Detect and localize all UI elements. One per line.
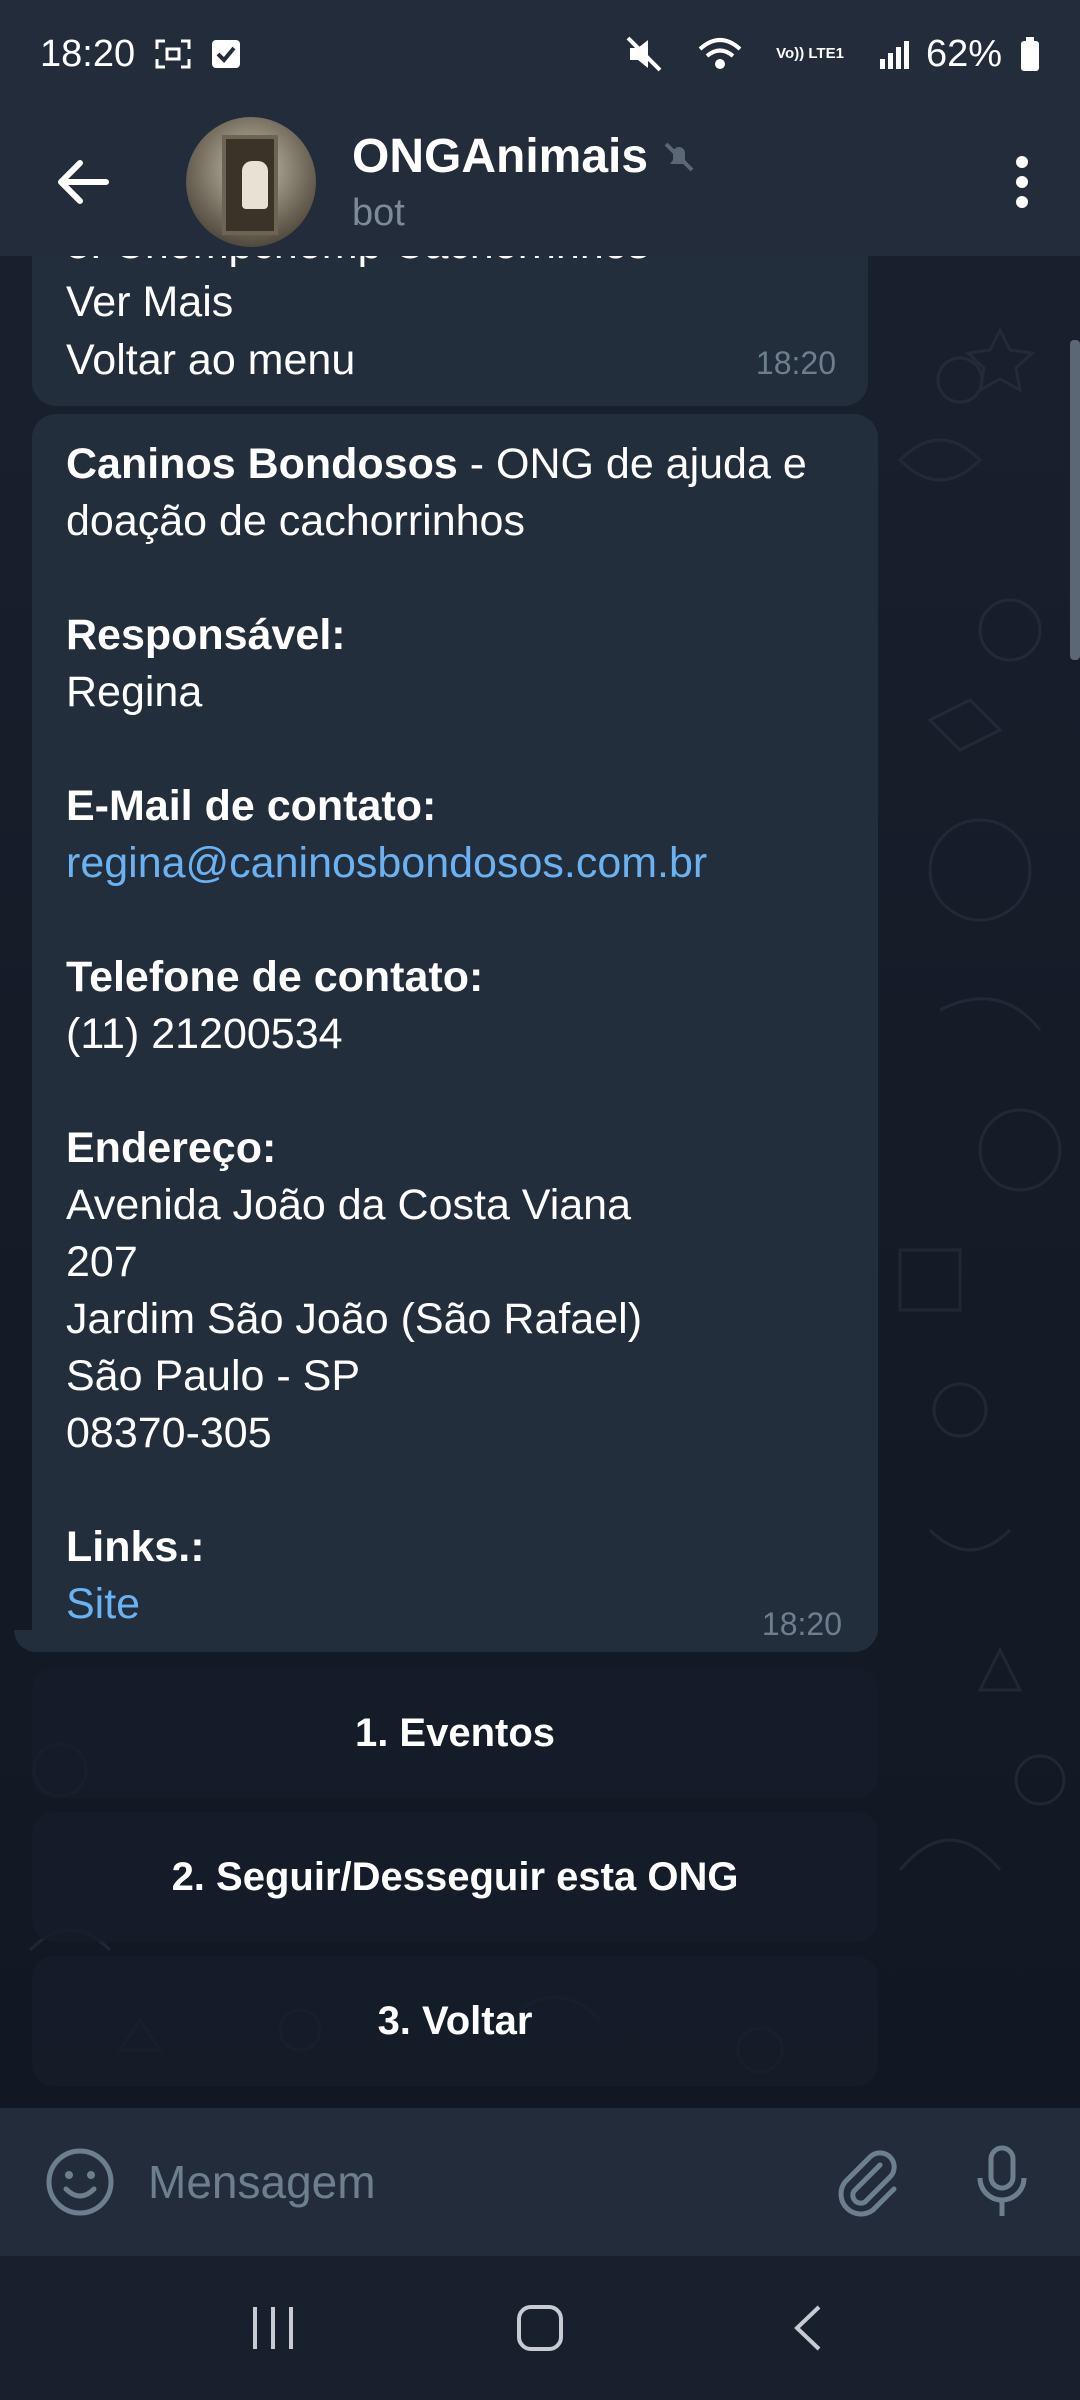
scrollbar[interactable] (1070, 340, 1080, 660)
phone-label: Telefone de contato: (66, 953, 484, 1001)
status-bar: 18:20 Vo)) LTE1 62% (0, 0, 1080, 108)
email-label: E-Mail de contato: (66, 782, 437, 830)
chat-title: ONGAnimais (352, 130, 649, 183)
address-line: 08370-305 (66, 1409, 272, 1457)
smile-icon (46, 2148, 114, 2216)
navigation-bar (0, 2256, 1080, 2400)
microphone-button[interactable] (964, 2137, 1040, 2227)
site-link[interactable]: Site (66, 1576, 140, 1633)
home-icon (516, 2305, 563, 2351)
ong-name: Caninos Bondosos (66, 440, 458, 488)
avatar[interactable] (186, 117, 316, 247)
status-time: 18:20 (40, 32, 136, 75)
events-button[interactable]: 1. Eventos (32, 1668, 878, 1798)
address-line: Jardim São João (São Rafael) (66, 1295, 643, 1343)
back-button[interactable] (38, 137, 128, 227)
more-vert-icon (1016, 156, 1028, 208)
message-line: Voltar ao menu (66, 336, 356, 384)
follow-unfollow-button[interactable]: 2. Seguir/Desseguir esta ONG (32, 1812, 878, 1942)
links-label: Links.: (66, 1523, 205, 1571)
message-composer (0, 2108, 1080, 2256)
chevron-left-icon (793, 2305, 821, 2351)
phone-value: (11) 21200534 (66, 1010, 343, 1058)
muted-bell-icon (662, 140, 696, 174)
screenshot-icon (155, 39, 191, 69)
address-line: Avenida João da Costa Viana (66, 1181, 632, 1229)
message-line: Ver Mais (66, 278, 234, 326)
mute-icon (626, 36, 664, 72)
responsible-label: Responsável: (66, 611, 346, 659)
ong-info-message: Caninos Bondosos - ONG de ajuda e doação… (32, 414, 878, 1652)
chat-title-block[interactable]: ONGAnimais bot (352, 129, 696, 235)
responsible-value: Regina (66, 668, 203, 716)
address-line: São Paulo - SP (66, 1352, 361, 1400)
signal-icon (878, 39, 912, 69)
microphone-icon (977, 2145, 1027, 2216)
volte-lte-icon: Vo)) LTE1 (776, 45, 844, 62)
message-line: 3. Chompchomp Cachorrinhos (66, 256, 649, 273)
arrow-left-icon (58, 160, 109, 204)
ong-description: - ONG de ajuda e (457, 440, 807, 488)
email-link[interactable]: regina@caninosbondosos.com.br (66, 835, 707, 892)
address-label: Endereço: (66, 1124, 277, 1172)
checkbox-notification-icon (211, 39, 241, 69)
message-time: 18:20 (755, 345, 836, 381)
more-options-button[interactable] (1002, 137, 1042, 227)
chat-subtitle: bot (352, 192, 405, 234)
chat-header: ONGAnimais bot (0, 108, 1080, 256)
message-input[interactable] (148, 2155, 788, 2209)
emoji-button[interactable] (42, 2144, 118, 2220)
address-line: 207 (66, 1238, 138, 1286)
wifi-icon (698, 37, 742, 71)
ong-description-line2: doação de cachorrinhos (66, 497, 525, 545)
paperclip-icon (838, 2150, 897, 2217)
back-menu-button[interactable]: 3. Voltar (32, 1956, 878, 2086)
previous-message-bubble: 3. Chompchomp Cachorrinhos Ver Mais Volt… (32, 256, 868, 406)
attach-button[interactable] (830, 2137, 906, 2227)
battery-icon (1020, 37, 1040, 71)
system-back-button[interactable] (762, 2283, 852, 2373)
battery-percentage: 62% (925, 32, 1002, 75)
recent-apps-icon (253, 2307, 294, 2349)
recent-apps-button[interactable] (228, 2283, 318, 2373)
message-time: 18:20 (761, 1606, 842, 1642)
home-button[interactable] (495, 2283, 585, 2373)
